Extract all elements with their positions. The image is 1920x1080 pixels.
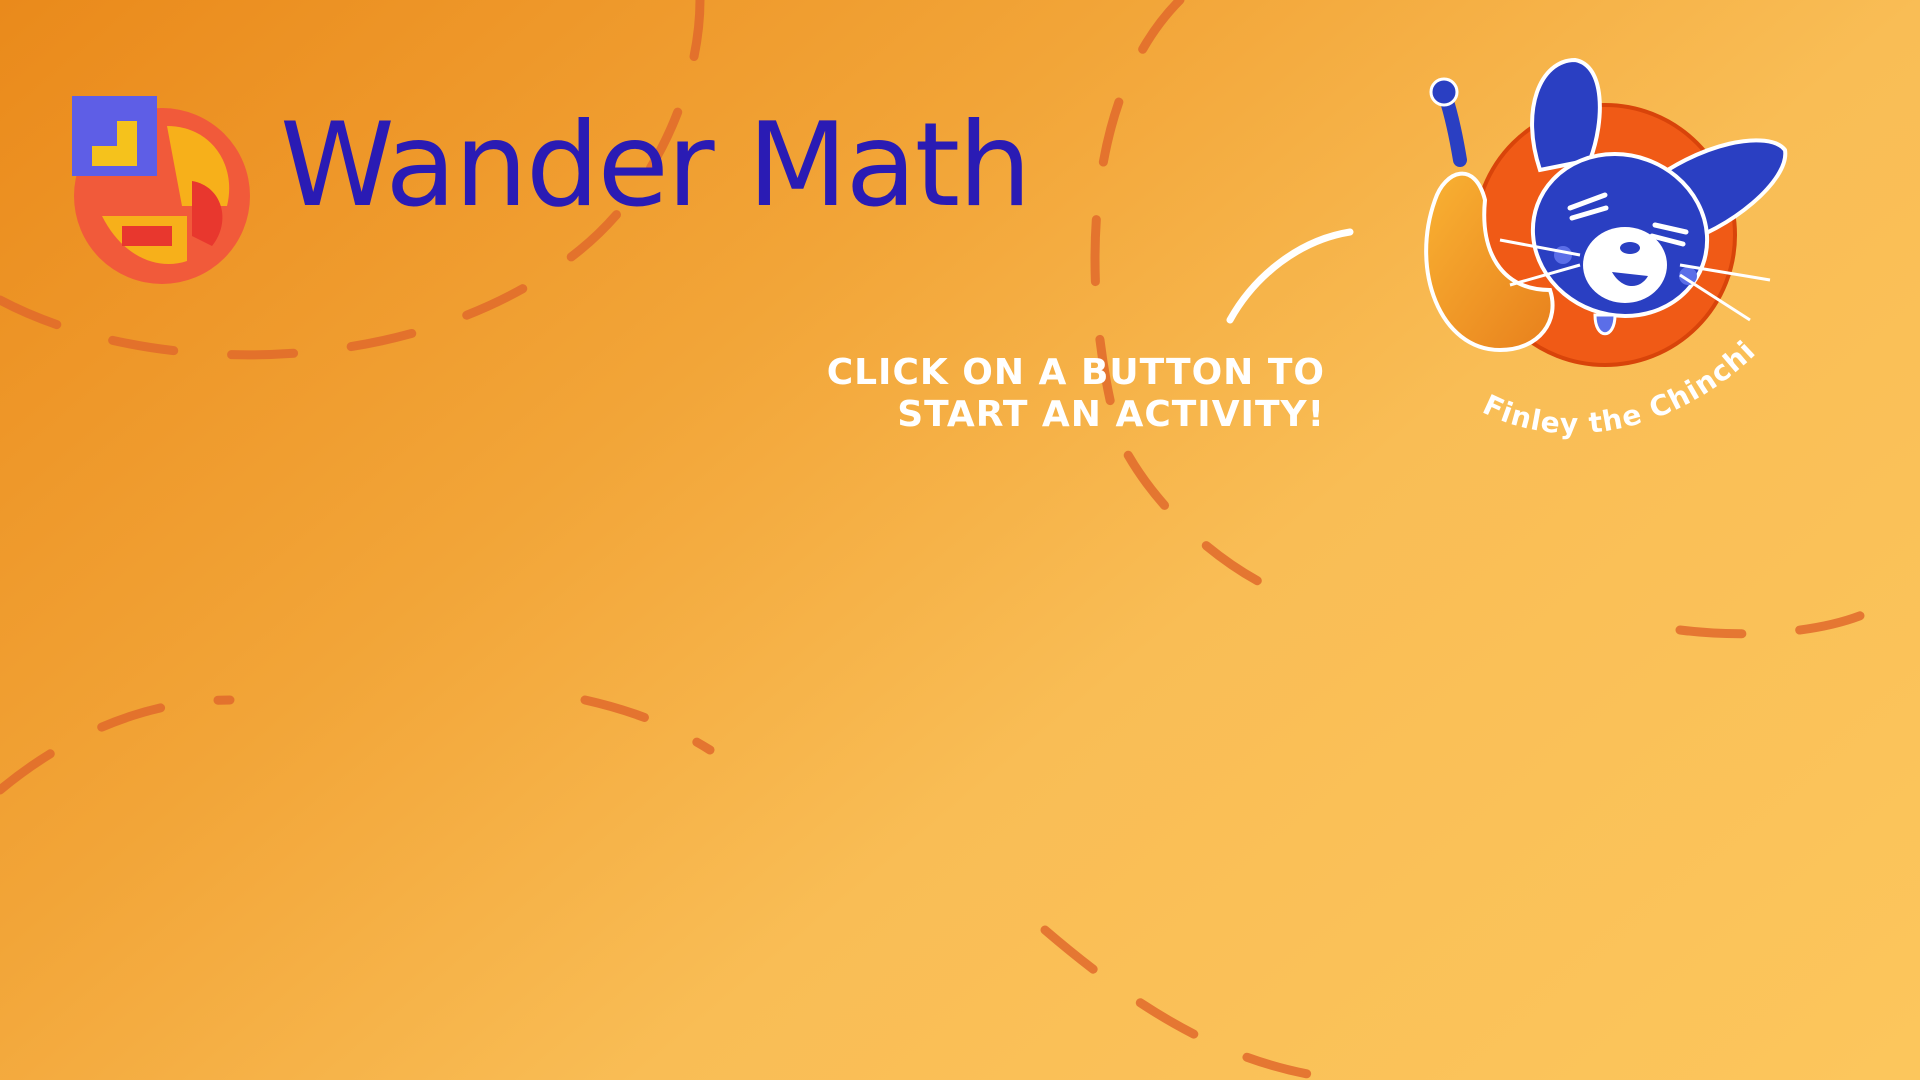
pointer-arc [1226, 228, 1354, 324]
brand-name: Wander Math [280, 98, 1032, 233]
instruction-text: Click on a button to start an activity! [826, 352, 1325, 435]
chinchilla-mascot-icon: Finley the Chinchilla [1390, 50, 1788, 440]
wander-math-logo-icon [72, 96, 250, 284]
